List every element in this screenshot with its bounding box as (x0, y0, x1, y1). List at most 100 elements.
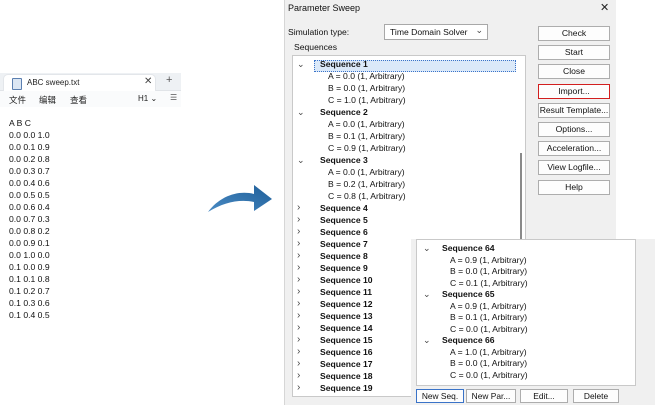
view-logfile-button[interactable]: View Logfile... (538, 160, 610, 175)
notepad-text-area[interactable]: A B C 0.0 0.0 1.0 0.0 0.1 0.9 0.0 0.2 0.8 0.… (9, 117, 159, 321)
options-button[interactable]: Options... (538, 122, 610, 137)
expanded-chevron-icon[interactable]: ⌄ (423, 334, 431, 346)
text-file-icon (12, 78, 22, 90)
simulation-type-label: Simulation type: (288, 27, 350, 37)
text-line: 0.1 0.2 0.7 (9, 286, 50, 296)
text-line: A B C (9, 118, 31, 128)
delete-button[interactable]: Delete (573, 389, 619, 403)
sequence-tree-zoom-overlay: ⌄ Sequence 64 A = 0.9 (1, Arbitrary) B = 0.… (411, 239, 655, 405)
sequence-label: Sequence 6 (320, 227, 368, 237)
notepad-tab-bar: ABC sweep.txt ✕ + (0, 73, 181, 91)
tree-sequence-row[interactable]: ⌄ Sequence 65 (417, 288, 631, 300)
text-line: 0.0 0.2 0.8 (9, 154, 50, 164)
collapsed-chevron-icon[interactable]: › (297, 286, 300, 298)
collapsed-chevron-icon[interactable]: › (297, 202, 300, 214)
dialog-title: Parameter Sweep (288, 3, 361, 13)
sequence-label: Sequence 11 (320, 287, 373, 297)
text-line: 0.0 0.5 0.5 (9, 190, 50, 200)
collapsed-chevron-icon[interactable]: › (297, 358, 300, 370)
tree-sequence-row[interactable]: ⌄ Sequence 1 (293, 58, 518, 70)
overlay-sequence-tree[interactable]: ⌄ Sequence 64 A = 0.9 (1, Arbitrary) B = 0.… (416, 239, 636, 386)
text-line: 0.0 0.0 1.0 (9, 130, 50, 140)
sequence-label: Sequence 4 (320, 203, 368, 213)
close-tab-icon[interactable]: ✕ (144, 76, 152, 87)
sequence-label: Sequence 66 (442, 335, 495, 345)
new-tab-icon[interactable]: + (166, 74, 172, 86)
collapsed-chevron-icon[interactable]: › (297, 238, 300, 250)
sequence-label: Sequence 3 (320, 155, 368, 165)
expanded-chevron-icon[interactable]: ⌄ (423, 288, 431, 300)
notepad-tab-title: ABC sweep.txt (27, 78, 80, 87)
param-label: A = 1.0 (1, Arbitrary) (450, 346, 527, 357)
notepad-menu-bar: 文件 编辑 查看 H1 ⌄ ☰ (0, 91, 181, 107)
close-button[interactable]: Close (538, 64, 610, 79)
sequence-label: Sequence 14 (320, 323, 373, 333)
result-template-button[interactable]: Result Template... (538, 103, 610, 118)
acceleration-button[interactable]: Acceleration... (538, 141, 610, 156)
tree-sequence-row[interactable]: ⌄ Sequence 3 (293, 154, 518, 166)
text-line: 0.0 0.3 0.7 (9, 166, 50, 176)
param-label: A = 0.9 (1, Arbitrary) (450, 300, 527, 311)
collapsed-chevron-icon[interactable]: › (297, 298, 300, 310)
collapsed-chevron-icon[interactable]: › (297, 346, 300, 358)
tree-sequence-row[interactable]: › Sequence 4 (293, 202, 518, 214)
tree-scrollbar[interactable] (520, 153, 522, 250)
param-label: B = 0.1 (1, Arbitrary) (450, 312, 528, 322)
collapsed-chevron-icon[interactable]: › (297, 262, 300, 274)
param-label: C = 1.0 (1, Arbitrary) (328, 95, 406, 105)
expanded-chevron-icon[interactable]: ⌄ (297, 106, 305, 118)
collapsed-chevron-icon[interactable]: › (297, 334, 300, 346)
sequence-label: Sequence 10 (320, 275, 373, 285)
sequence-label: Sequence 17 (320, 359, 373, 369)
simulation-type-select[interactable]: Time Domain Solver ⌄ (384, 24, 488, 40)
chevron-down-icon: ⌄ (475, 25, 483, 35)
import-button[interactable]: Import... (538, 84, 610, 99)
collapsed-chevron-icon[interactable]: › (297, 322, 300, 334)
menu-file[interactable]: 文件 (9, 94, 26, 106)
collapsed-chevron-icon[interactable]: › (297, 250, 300, 262)
collapsed-chevron-icon[interactable]: › (297, 226, 300, 238)
expanded-chevron-icon[interactable]: ⌄ (297, 154, 305, 166)
expanded-chevron-icon[interactable]: ⌄ (423, 242, 431, 254)
edit-button[interactable]: Edit... (520, 389, 568, 403)
param-label: A = 0.9 (1, Arbitrary) (450, 254, 527, 265)
help-button[interactable]: Help (538, 180, 610, 195)
sequences-label: Sequences (294, 42, 338, 52)
tree-sequence-row[interactable]: › Sequence 5 (293, 214, 518, 226)
param-label: C = 0.0 (1, Arbitrary) (450, 369, 528, 380)
param-label: C = 0.0 (1, Arbitrary) (450, 323, 528, 334)
menu-edit[interactable]: 编辑 (39, 94, 56, 106)
start-button[interactable]: Start (538, 45, 610, 60)
collapsed-chevron-icon[interactable]: › (297, 214, 300, 226)
collapsed-chevron-icon[interactable]: › (297, 370, 300, 382)
new-seq-button[interactable]: New Seq. (416, 389, 464, 403)
notepad-tab[interactable]: ABC sweep.txt ✕ (3, 74, 156, 91)
param-label: B = 0.2 (1, Arbitrary) (328, 179, 406, 189)
heading-selector[interactable]: H1 ⌄ (138, 94, 157, 103)
collapsed-chevron-icon[interactable]: › (297, 382, 300, 394)
param-label: A = 0.0 (1, Arbitrary) (328, 71, 405, 81)
tree-sequence-row[interactable]: ⌄ Sequence 66 (417, 334, 631, 346)
collapsed-chevron-icon[interactable]: › (297, 274, 300, 286)
tree-sequence-row[interactable]: ⌄ Sequence 2 (293, 106, 518, 118)
check-button[interactable]: Check (538, 26, 610, 41)
text-line: 0.0 0.1 0.9 (9, 142, 50, 152)
new-par-button[interactable]: New Par... (466, 389, 516, 403)
dialog-close-icon[interactable]: ✕ (600, 1, 609, 14)
tree-sequence-row[interactable]: ⌄ Sequence 64 (417, 242, 631, 254)
sequence-label: Sequence 15 (320, 335, 373, 345)
list-icon[interactable]: ☰ (170, 93, 177, 102)
tree-sequence-row[interactable]: › Sequence 6 (293, 226, 518, 238)
right-arrow-icon (208, 185, 272, 212)
sequence-label: Sequence 5 (320, 215, 368, 225)
simulation-type-value: Time Domain Solver (390, 27, 468, 37)
param-label: B = 0.0 (1, Arbitrary) (450, 266, 528, 276)
overlay-scrollbar[interactable] (635, 256, 636, 366)
sequence-label: Sequence 18 (320, 371, 373, 381)
sequence-label: Sequence 65 (442, 289, 495, 299)
sequence-label: Sequence 12 (320, 299, 373, 309)
collapsed-chevron-icon[interactable]: › (297, 310, 300, 322)
sequence-label: Sequence 9 (320, 263, 368, 273)
menu-view[interactable]: 查看 (70, 94, 87, 106)
expanded-chevron-icon[interactable]: ⌄ (297, 58, 305, 70)
